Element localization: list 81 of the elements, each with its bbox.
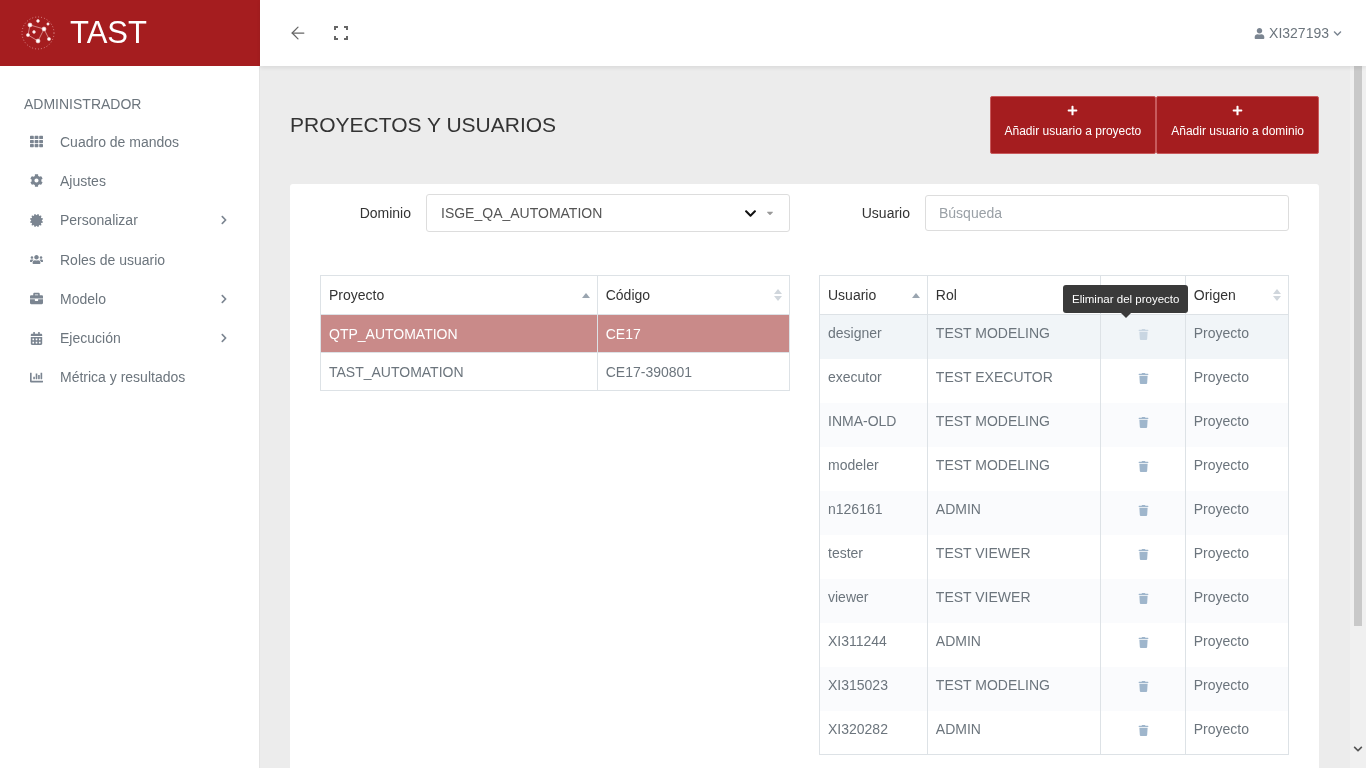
table-cell: Proyecto [1185, 710, 1289, 755]
table-cell: Proyecto [1185, 578, 1289, 623]
page-title: PROYECTOS Y USUARIOS [290, 113, 557, 137]
trash-icon[interactable] [1137, 680, 1149, 692]
table-cell: INMA-OLD [819, 402, 928, 447]
sidebar-item[interactable]: Personalizar [0, 200, 259, 240]
domain-select[interactable]: ISGE_QA_AUTOMATION [426, 194, 790, 232]
table-cell: TEST MODELING [927, 666, 1101, 711]
badge-icon [30, 213, 43, 227]
trash-icon[interactable] [1137, 724, 1149, 736]
sidebar-item[interactable]: Métrica y resultados [0, 357, 259, 398]
table-cell: executor [819, 358, 928, 403]
table-cell: Proyecto [1185, 490, 1289, 535]
table-cell: Proyecto [1185, 358, 1289, 403]
users-icon [30, 253, 43, 267]
table-cell: Proyecto [1185, 666, 1289, 711]
table-cell: XI311244 [819, 622, 928, 667]
table-cell: TEST VIEWER [927, 578, 1101, 623]
table-cell: ADMIN [927, 490, 1101, 535]
table-cell[interactable]: QTP_AUTOMATION [320, 314, 598, 353]
plus-icon [1232, 105, 1244, 116]
bar-chart-icon [30, 370, 43, 384]
user-menu[interactable]: XI327193 [1248, 24, 1348, 42]
tooltip: Eliminar del proyecto [1063, 285, 1189, 318]
table-cell: XI315023 [819, 666, 928, 711]
trash-icon[interactable] [1137, 372, 1149, 384]
logo-icon [20, 15, 56, 51]
chevron-down-icon [1333, 28, 1342, 38]
column-header[interactable]: Proyecto [320, 275, 598, 315]
table-cell: Proyecto [1185, 402, 1289, 447]
column-header[interactable]: Usuario [819, 275, 928, 315]
search-field[interactable]: Búsqueda [925, 195, 1289, 231]
table-cell: viewer [819, 578, 928, 623]
app-title: TAST [70, 15, 147, 51]
table-cell: TEST MODELING [927, 446, 1101, 491]
column-header[interactable]: Código [597, 275, 790, 315]
user-icon [1254, 27, 1266, 39]
grid-icon [30, 135, 43, 149]
table-cell: modeler [819, 446, 928, 491]
field-label: Dominio [358, 205, 411, 221]
table-cell: Proyecto [1185, 622, 1289, 667]
table-cell[interactable]: CE17-390801 [597, 352, 790, 391]
table-cell: n126161 [819, 490, 928, 535]
table-cell: Proyecto [1185, 446, 1289, 491]
table-cell: Proyecto [1185, 534, 1289, 579]
field-label: Usuario [860, 205, 910, 221]
table-cell: ADMIN [927, 622, 1101, 667]
table-cell: XI320282 [819, 710, 928, 755]
briefcase-icon [30, 292, 43, 306]
sidebar-heading: ADMINISTRADOR [23, 96, 143, 114]
sidebar-item[interactable]: Cuadro de mandos [0, 122, 259, 162]
scrollbar[interactable] [1350, 66, 1366, 768]
scroll-down-icon[interactable] [1353, 744, 1363, 754]
add-user-button[interactable]: Añadir usuario a proyecto [989, 96, 1157, 154]
table-cell[interactable]: CE17 [597, 314, 790, 353]
table-cell: ADMIN [927, 710, 1101, 755]
sidebar-item[interactable]: Ejecución [0, 318, 259, 358]
column-header[interactable]: Origen [1185, 275, 1289, 315]
table-cell: TEST VIEWER [927, 534, 1101, 579]
settings-icon [30, 174, 43, 188]
table-cell: TEST MODELING [927, 402, 1101, 447]
trash-icon[interactable] [1137, 636, 1149, 648]
trash-icon[interactable] [1137, 592, 1149, 604]
calendar-icon [30, 331, 43, 345]
sidebar-item[interactable]: Modelo [0, 279, 259, 319]
table-cell: TEST EXECUTOR [927, 358, 1101, 403]
table-cell: TEST MODELING [927, 314, 1101, 359]
table-cell[interactable]: TAST_AUTOMATION [320, 352, 598, 391]
add-user-button[interactable]: Añadir usuario a dominio [1156, 96, 1319, 154]
table-cell: designer [819, 314, 928, 359]
table-cell: Proyecto [1185, 314, 1289, 359]
plus-icon [1067, 105, 1079, 116]
sidebar-item[interactable]: Roles de usuario [0, 239, 259, 280]
sidebar-item[interactable]: Ajustes [0, 161, 259, 201]
trash-icon[interactable] [1137, 329, 1149, 340]
trash-icon[interactable] [1137, 548, 1149, 560]
fullscreen-button[interactable] [334, 26, 348, 40]
trash-icon[interactable] [1137, 460, 1149, 472]
table-cell: tester [819, 534, 928, 579]
trash-icon[interactable] [1137, 416, 1149, 428]
trash-icon[interactable] [1137, 504, 1149, 516]
